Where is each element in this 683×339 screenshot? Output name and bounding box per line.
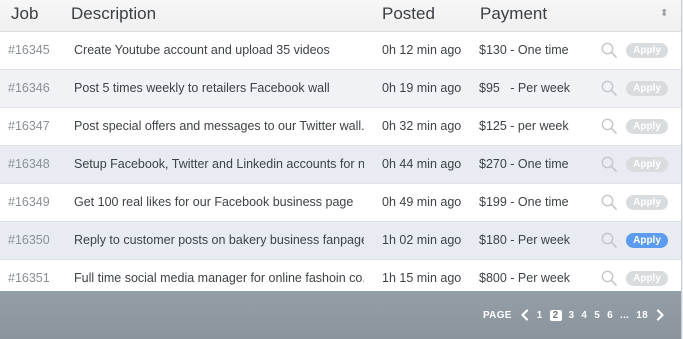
job-id: #16349: [8, 195, 50, 209]
table-row[interactable]: #16347 Post special offers and messages …: [0, 108, 681, 146]
apply-button[interactable]: Apply: [626, 81, 668, 96]
job-description[interactable]: Setup Facebook, Twitter and Linkedin acc…: [74, 157, 364, 171]
apply-button[interactable]: Apply: [626, 233, 668, 248]
job-description[interactable]: Create Youtube account and upload 35 vid…: [74, 43, 364, 57]
job-payment: $130 - One time: [479, 43, 569, 57]
job-id: #16347: [8, 119, 50, 133]
job-description[interactable]: Post 5 times weekly to retailers Faceboo…: [74, 81, 364, 95]
page-link-5[interactable]: 5: [594, 310, 600, 321]
page-link-1[interactable]: 1: [537, 310, 543, 321]
pagination: PAGE 1 2 3 4 5 6 ... 18: [483, 308, 665, 322]
job-payment: $270 - One time: [479, 157, 569, 171]
apply-button[interactable]: Apply: [626, 157, 668, 172]
search-icon[interactable]: [600, 79, 618, 97]
job-id: #16346: [8, 81, 50, 95]
page-link-6[interactable]: 6: [607, 310, 613, 321]
job-payment: $125 - per week: [479, 119, 569, 133]
job-posted: 1h 02 min ago: [382, 233, 462, 247]
table-row[interactable]: #16350 Reply to customer posts on bakery…: [0, 222, 681, 260]
job-posted: 1h 15 min ago: [382, 271, 462, 285]
table-row[interactable]: #16348 Setup Facebook, Twitter and Linke…: [0, 146, 681, 184]
search-icon[interactable]: [600, 41, 618, 59]
page-link-4[interactable]: 4: [581, 310, 587, 321]
job-posted: 0h 19 min ago: [382, 81, 462, 95]
job-id: #16351: [8, 271, 50, 285]
chevron-left-icon[interactable]: [520, 309, 530, 321]
column-header-payment[interactable]: Payment: [480, 4, 547, 24]
pagination-label: PAGE: [482, 309, 512, 321]
jobs-table: Job Description Posted Payment ⬍ #16345 …: [0, 0, 682, 339]
job-payment: $180 - Per week: [479, 233, 571, 247]
page-ellipsis: ...: [620, 309, 630, 321]
column-header-posted[interactable]: Posted: [382, 4, 435, 24]
job-payment: $800 - Per week: [479, 271, 571, 285]
table-header: Job Description Posted Payment ⬍: [0, 0, 681, 32]
job-description[interactable]: Get 100 real likes for our Facebook busi…: [74, 195, 364, 209]
search-icon[interactable]: [600, 193, 618, 211]
apply-button[interactable]: Apply: [626, 43, 668, 58]
table-body: #16345 Create Youtube account and upload…: [0, 32, 681, 298]
job-posted: 0h 44 min ago: [382, 157, 462, 171]
apply-button[interactable]: Apply: [626, 271, 668, 286]
table-row[interactable]: #16345 Create Youtube account and upload…: [0, 32, 681, 70]
page-link-3[interactable]: 3: [569, 310, 575, 321]
apply-button[interactable]: Apply: [626, 119, 668, 134]
job-id: #16350: [8, 233, 50, 247]
job-id: #16345: [8, 43, 50, 57]
job-posted: 0h 12 min ago: [382, 43, 462, 57]
search-icon[interactable]: [600, 269, 618, 287]
search-icon[interactable]: [600, 117, 618, 135]
job-description[interactable]: Reply to customer posts on bakery busine…: [74, 233, 364, 247]
table-footer: PAGE 1 2 3 4 5 6 ... 18: [0, 291, 681, 339]
table-row[interactable]: #16346 Post 5 times weekly to retailers …: [0, 70, 681, 108]
sort-icon[interactable]: ⬍: [660, 8, 668, 19]
column-header-job[interactable]: Job: [11, 4, 38, 24]
job-payment: $95 - Per week: [479, 81, 571, 95]
search-icon[interactable]: [600, 155, 618, 173]
job-description[interactable]: Post special offers and messages to our …: [74, 119, 364, 133]
apply-button[interactable]: Apply: [626, 195, 668, 210]
page-link-current[interactable]: 2: [549, 309, 562, 321]
chevron-right-icon[interactable]: [655, 309, 665, 321]
page-link-18[interactable]: 18: [636, 310, 648, 321]
job-posted: 0h 32 min ago: [382, 119, 462, 133]
job-payment: $199 - One time: [479, 195, 569, 209]
job-posted: 0h 49 min ago: [382, 195, 462, 209]
search-icon[interactable]: [600, 231, 618, 249]
job-description[interactable]: Full time social media manager for onlin…: [74, 271, 364, 285]
table-row[interactable]: #16349 Get 100 real likes for our Facebo…: [0, 184, 681, 222]
column-header-description[interactable]: Description: [71, 4, 156, 24]
job-id: #16348: [8, 157, 50, 171]
